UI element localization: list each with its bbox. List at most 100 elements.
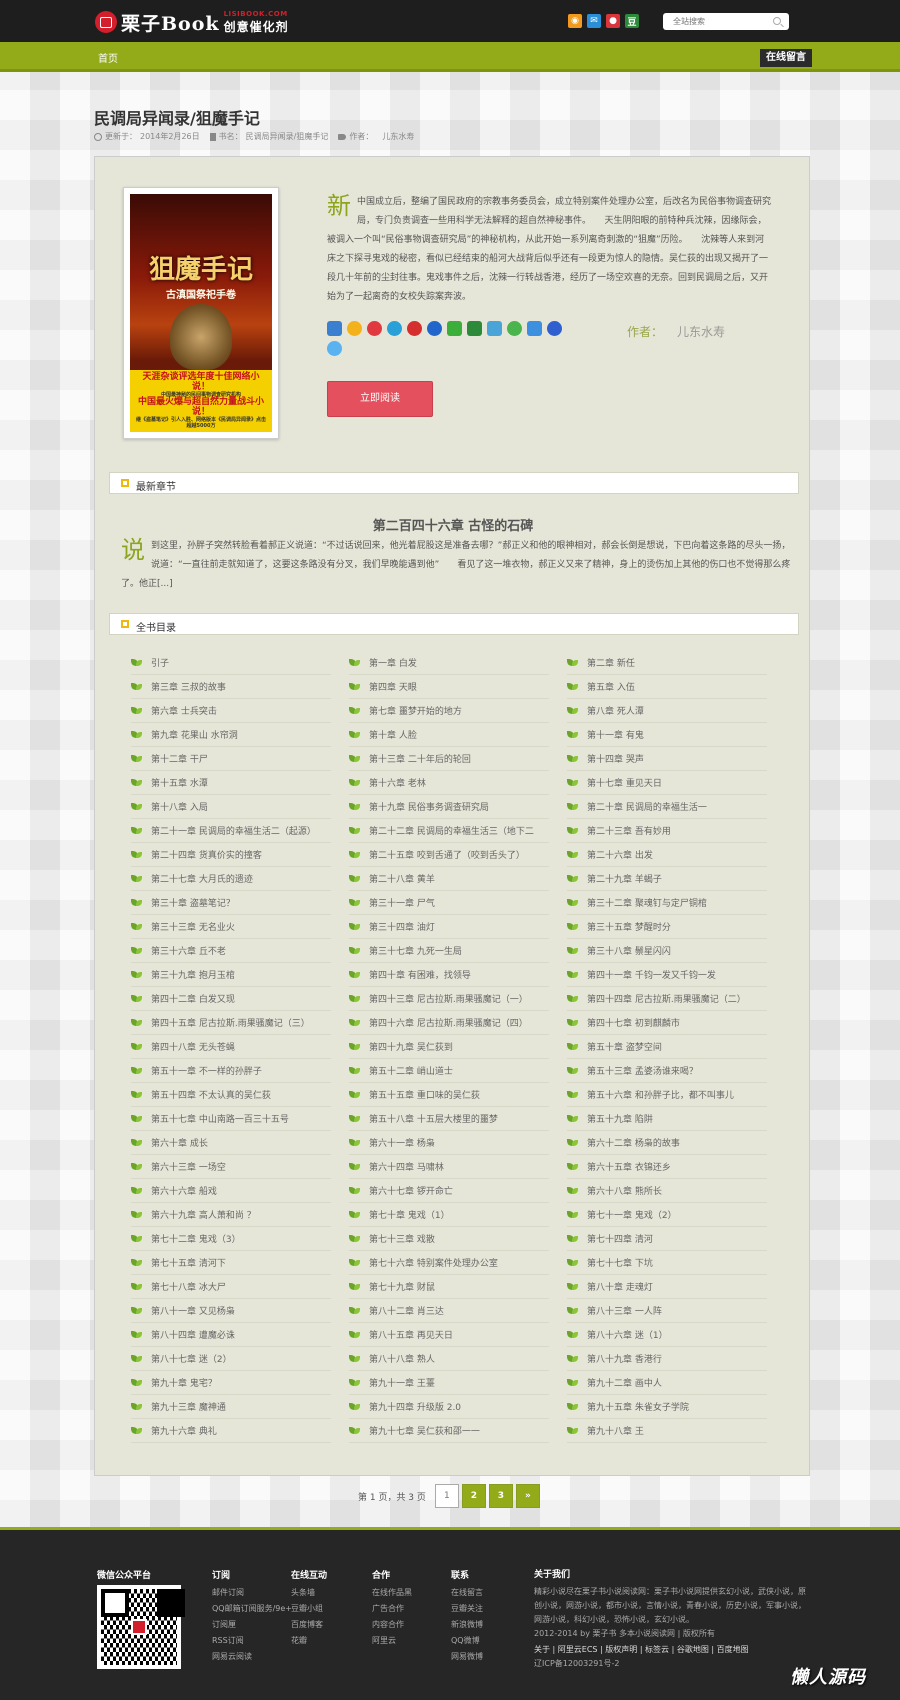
nav-guestbook-button[interactable]: 在线留言 [760,49,812,67]
chapter-link[interactable]: 第八十四章 遭魔必诛 [131,1323,331,1347]
pengyou-icon[interactable] [387,321,402,336]
chapter-link[interactable]: 第五十八章 十五层大楼里的噩梦 [349,1107,549,1131]
chapter-link[interactable]: 第二十章 民调局的幸福生活一 [567,795,767,819]
chapter-link[interactable]: 第九十章 鬼宅？ [131,1371,331,1395]
chapter-link[interactable]: 第九章 花果山 水帘洞 [131,723,331,747]
footer-link[interactable]: 阿里云 [372,1633,412,1649]
footer-link[interactable]: 邮件订阅 [212,1585,292,1601]
read-now-button[interactable]: 立即阅读 [327,381,433,417]
chapter-link[interactable]: 第四十二章 白发又现 [131,987,331,1011]
chapter-link[interactable]: 第三十七章 九死一生局 [349,939,549,963]
chapter-link[interactable]: 第八十六章 迷（1） [567,1323,767,1347]
chapter-link[interactable]: 第八章 死人潭 [567,699,767,723]
footer-link[interactable]: QQ邮箱订阅服务/9e+ [212,1601,292,1617]
favorite-icon[interactable] [347,321,362,336]
chapter-link[interactable]: 第六十一章 杨枭 [349,1131,549,1155]
chapter-link[interactable]: 第十八章 入局 [131,795,331,819]
chapter-link[interactable]: 第八十九章 香港行 [567,1347,767,1371]
author-name[interactable]: 儿东水寿 [677,325,725,339]
footer-link[interactable]: 在线留言 [451,1585,483,1601]
footer-link[interactable]: 百度博客 [291,1617,327,1633]
chapter-link[interactable]: 第三十一章 尸气 [349,891,549,915]
chapter-link[interactable]: 第六十八章 熊所长 [567,1179,767,1203]
wechat-icon[interactable] [447,321,462,336]
chapter-link[interactable]: 第九十四章 升级版 2.0 [349,1395,549,1419]
mail-icon[interactable]: ✉ [587,14,601,28]
chapter-link[interactable]: 第二章 新任 [567,651,767,675]
footer-link[interactable]: 广告合作 [372,1601,412,1617]
rss-icon[interactable]: ◉ [568,14,582,28]
chapter-link[interactable]: 第八十七章 迷（2） [131,1347,331,1371]
chapter-link[interactable]: 第二十七章 大月氏的遗迹 [131,867,331,891]
chapter-link[interactable]: 第五十五章 重口味的吴仁荻 [349,1083,549,1107]
chapter-link[interactable]: 第二十五章 咬到舌通了（咬到舌头了） [349,843,549,867]
chapter-link[interactable]: 第十七章 重见天日 [567,771,767,795]
footer-link[interactable]: 订阅厘 [212,1617,292,1633]
latest-chapter-title[interactable]: 第二百四十六章 古怪的石碑 [95,515,811,534]
chapter-link[interactable]: 第九十五章 朱雀女子学院 [567,1395,767,1419]
bookname-link[interactable]: 民调局异闻录/狙魔手记 [246,131,329,142]
page-1-button[interactable]: 1 [434,1484,459,1508]
footer-link[interactable]: 豆瓣关注 [451,1601,483,1617]
chapter-link[interactable]: 第五十一章 不一样的孙胖子 [131,1059,331,1083]
chapter-link[interactable]: 第四十六章 尼古拉斯.雨果骚魔记（四） [349,1011,549,1035]
chapter-link[interactable]: 第五十章 盗梦空间 [567,1035,767,1059]
chapter-link[interactable]: 第二十九章 羊蝎子 [567,867,767,891]
chapter-link[interactable]: 第三十章 盗墓笔记？ [131,891,331,915]
chapter-link[interactable]: 第五十九章 陷阱 [567,1107,767,1131]
author-meta-link[interactable]: 儿东水寿 [382,131,414,142]
book-cover-frame[interactable]: 狙魔手记 古滇国祭祀手卷 天涯杂谈评选年度十佳网络小说！ 中国最神秘的民间事物调… [123,187,279,439]
chapter-link[interactable]: 第三十九章 抱月玉棺 [131,963,331,987]
search-input[interactable] [663,13,763,30]
chapter-link[interactable]: 第三章 三叔的故事 [131,675,331,699]
chapter-link[interactable]: 第六十二章 杨枭的故事 [567,1131,767,1155]
add-share-icon[interactable] [327,321,342,336]
chapter-link[interactable]: 第五十四章 不太认真的吴仁荻 [131,1083,331,1107]
chapter-link[interactable]: 第四十七章 初到麒麟市 [567,1011,767,1035]
search-icon[interactable] [773,17,781,25]
chapter-link[interactable]: 第十五章 水潭 [131,771,331,795]
chapter-link[interactable]: 第四十一章 千钧一发又千钧一发 [567,963,767,987]
renren-icon[interactable] [407,321,422,336]
chapter-link[interactable]: 第一章 白发 [349,651,549,675]
chapter-link[interactable]: 第五章 入伍 [567,675,767,699]
footer-link[interactable]: 新浪微博 [451,1617,483,1633]
chapter-link[interactable]: 第二十二章 民调局的幸福生活三（地下二 [349,819,549,843]
chapter-link[interactable]: 第七十四章 清河 [567,1227,767,1251]
chapter-link[interactable]: 第六十章 成长 [131,1131,331,1155]
chapter-link[interactable]: 第十章 人脸 [349,723,549,747]
chapter-link[interactable]: 第四十四章 尼古拉斯.雨果骚魔记（二） [567,987,767,1011]
chapter-link[interactable]: 第十九章 民俗事务调查研究局 [349,795,549,819]
baidu-icon[interactable] [427,321,442,336]
chapter-link[interactable]: 第七十八章 冰大尸 [131,1275,331,1299]
weibo-icon[interactable]: ● [606,14,620,28]
chapter-link[interactable]: 第六十七章 锣开命亡 [349,1179,549,1203]
chapter-link[interactable]: 第三十二章 聚魂钉与定尸铜棺 [567,891,767,915]
chapter-link[interactable]: 引子 [131,651,331,675]
chapter-link[interactable]: 第四十九章 吴仁荻到 [349,1035,549,1059]
chapter-link[interactable]: 第五十七章 中山南路一百三十五号 [131,1107,331,1131]
chapter-link[interactable]: 第三十四章 油灯 [349,915,549,939]
chapter-link[interactable]: 第七十七章 下坑 [567,1251,767,1275]
chapter-link[interactable]: 第九十三章 魔神通 [131,1395,331,1419]
page-3-button[interactable]: 3 [488,1484,513,1508]
chapter-link[interactable]: 第七章 噩梦开始的地方 [349,699,549,723]
weibo-icon[interactable] [367,321,382,336]
footer-link[interactable]: 在线作品黑 [372,1585,412,1601]
chapter-link[interactable]: 第七十章 鬼戏（1） [349,1203,549,1227]
footer-link[interactable]: 花瓣 [291,1633,327,1649]
chapter-link[interactable]: 第九十六章 典礼 [131,1419,331,1443]
chapter-link[interactable]: 第八十三章 一人阵 [567,1299,767,1323]
footer-link[interactable]: 网易云阅读 [212,1649,292,1665]
chapter-link[interactable]: 第十六章 老林 [349,771,549,795]
chapter-link[interactable]: 第六十四章 马啸林 [349,1155,549,1179]
footer-link[interactable]: 网易微博 [451,1649,483,1665]
chapter-link[interactable]: 第六十五章 衣锦还乡 [567,1155,767,1179]
chapter-link[interactable]: 第四十三章 尼古拉斯.雨果骚魔记（一） [349,987,549,1011]
footer-link[interactable]: RSS订阅 [212,1633,292,1649]
chapter-link[interactable]: 第五十三章 孟婆汤谁来喝？ [567,1059,767,1083]
chapter-link[interactable]: 第三十六章 丘不老 [131,939,331,963]
baidu-hi-icon[interactable] [527,321,542,336]
page-2-button[interactable]: 2 [461,1484,486,1508]
chapter-link[interactable]: 第七十五章 清河下 [131,1251,331,1275]
